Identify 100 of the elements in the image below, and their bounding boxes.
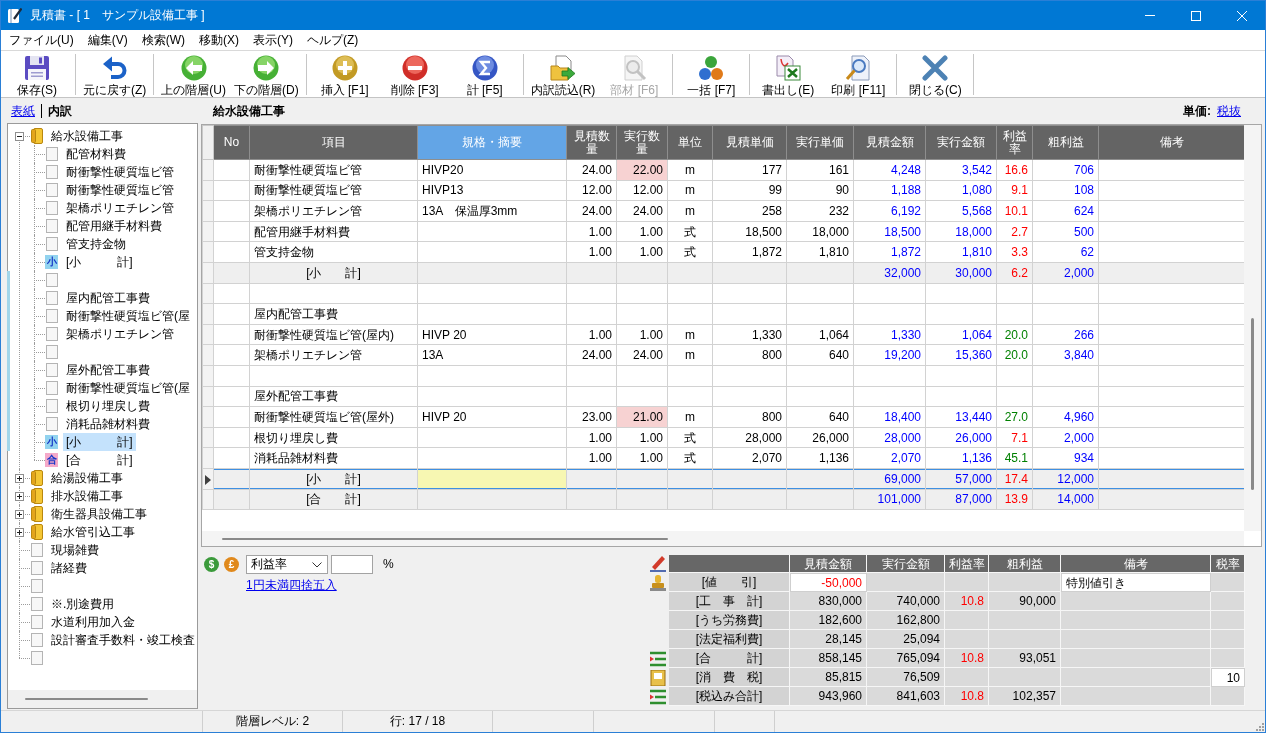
tree-item[interactable]: 架橋ポリエチレン管 bbox=[63, 199, 177, 217]
down-level-button[interactable]: 下の階層(D) bbox=[230, 51, 303, 97]
tree-item[interactable]: ※.別途費用 bbox=[48, 595, 118, 613]
column-header[interactable]: 項目 bbox=[249, 125, 418, 160]
row-label: [税込み合計] bbox=[669, 687, 790, 706]
expand-icon[interactable] bbox=[14, 473, 24, 483]
collapse-icon[interactable] bbox=[14, 131, 24, 141]
book-icon bbox=[650, 669, 666, 686]
column-header[interactable]: 実行数量 bbox=[616, 125, 668, 160]
tree-item[interactable]: [合 計] bbox=[63, 451, 136, 469]
tree-item[interactable]: 屋内配管工事費 bbox=[63, 289, 153, 307]
insert-button[interactable]: 挿入 [F1] bbox=[309, 51, 380, 97]
import-button[interactable]: 内訳読込(R) bbox=[526, 51, 600, 97]
delete-button[interactable]: 削除 [F3] bbox=[379, 51, 450, 97]
tree-item[interactable]: 耐衝撃性硬質塩ビ管 bbox=[63, 181, 177, 199]
tree-item[interactable]: 配管材料費 bbox=[63, 145, 129, 163]
column-header[interactable]: 利益率 bbox=[996, 125, 1033, 160]
column-header[interactable]: 実行金額 bbox=[925, 125, 997, 160]
column-header[interactable]: 備考 bbox=[1098, 125, 1245, 160]
expand-icon[interactable] bbox=[14, 527, 24, 537]
scrollbar-thumb[interactable] bbox=[222, 537, 668, 540]
tree-item[interactable]: 管支持金物 bbox=[63, 235, 129, 253]
tree-item[interactable]: 屋外配管工事費 bbox=[63, 361, 153, 379]
column-header[interactable]: 単位 bbox=[667, 125, 713, 160]
tree-item[interactable]: 耐衝撃性硬質塩ビ管(屋 bbox=[63, 379, 193, 397]
page-icon[interactable] bbox=[30, 579, 43, 593]
list-icon bbox=[650, 650, 666, 667]
expand-icon[interactable] bbox=[14, 509, 24, 519]
page-icon[interactable] bbox=[30, 651, 43, 665]
page-icon[interactable] bbox=[45, 345, 58, 359]
row-label: [合 計] bbox=[669, 649, 790, 668]
table-cell: m bbox=[667, 344, 713, 366]
rounding-link[interactable]: 1円未満四捨五入 bbox=[246, 578, 394, 593]
batch-button[interactable]: 一括 [F7] bbox=[676, 51, 747, 97]
table-cell: 18,000 bbox=[786, 221, 854, 242]
table-cell: 1,136 bbox=[925, 447, 997, 469]
column-header[interactable]: 見積数量 bbox=[566, 125, 617, 160]
tree-item[interactable]: 現場雑費 bbox=[48, 541, 102, 559]
column-header[interactable]: 粗利益 bbox=[1032, 125, 1099, 160]
horizontal-scrollbar[interactable] bbox=[8, 690, 197, 708]
table-cell: 28,000 bbox=[853, 427, 926, 448]
table-cell: 62 bbox=[1032, 241, 1099, 263]
tab[interactable]: 表紙 bbox=[11, 103, 41, 118]
tree-item[interactable]: [小 計] bbox=[63, 253, 136, 271]
basis-select[interactable]: 利益率 bbox=[246, 555, 328, 574]
table-cell: [小 計] bbox=[249, 262, 418, 284]
tree-item[interactable]: 消耗品雑材料費 bbox=[63, 415, 153, 433]
menu-item[interactable]: ファイル(U) bbox=[2, 30, 81, 50]
tab[interactable]: 内訳 bbox=[41, 103, 78, 118]
expand-icon[interactable] bbox=[14, 491, 24, 501]
undo-button[interactable]: 元に戻す(Z) bbox=[79, 51, 151, 97]
value-field[interactable]: -50,000 bbox=[790, 573, 867, 592]
tree-item[interactable]: 排水設備工事 bbox=[48, 487, 126, 505]
menu-item[interactable]: 表示(Y) bbox=[246, 30, 300, 50]
scrollbar-thumb[interactable] bbox=[25, 698, 148, 700]
tree-item[interactable]: [小 計] bbox=[63, 433, 136, 451]
tree-item[interactable]: 根切り埋戻し費 bbox=[63, 397, 153, 415]
total-button[interactable]: 計 [F5] bbox=[449, 51, 520, 97]
tree-item[interactable]: 設計審査手数料・竣工検査 bbox=[48, 631, 197, 649]
value-field[interactable]: 特別値引き bbox=[1061, 573, 1211, 592]
scrollbar-thumb[interactable] bbox=[1251, 318, 1254, 490]
column-header[interactable]: 実行単価 bbox=[786, 125, 854, 160]
menu-item[interactable]: ヘルプ(Z) bbox=[300, 30, 366, 50]
horizontal-scrollbar[interactable] bbox=[202, 531, 1244, 546]
currency-button[interactable]: $ bbox=[204, 557, 219, 572]
tree-item[interactable]: 配管用継手材料費 bbox=[63, 217, 165, 235]
value-field[interactable]: 10 bbox=[1211, 668, 1245, 687]
table-cell: 3,840 bbox=[1032, 344, 1099, 366]
export-button[interactable]: 書出し(E) bbox=[753, 51, 824, 97]
tree-item[interactable]: 水道利用加入金 bbox=[48, 613, 138, 631]
tree-item[interactable]: 衛生器具設備工事 bbox=[48, 505, 150, 523]
up-level-button[interactable]: 上の階層(U) bbox=[157, 51, 230, 97]
table-cell: 1.00 bbox=[566, 221, 617, 242]
table-cell: 706 bbox=[1032, 159, 1099, 181]
tree-item[interactable]: 架橋ポリエチレン管 bbox=[63, 325, 177, 343]
resize-grip-icon[interactable] bbox=[1255, 722, 1264, 731]
save-button[interactable]: 保存(S) bbox=[2, 51, 72, 97]
column-header[interactable]: No bbox=[213, 125, 250, 160]
vertical-scrollbar[interactable] bbox=[1244, 125, 1261, 531]
menu-item[interactable]: 移動(X) bbox=[192, 30, 246, 50]
tree-item[interactable]: 給湯設備工事 bbox=[48, 469, 126, 487]
tree-item[interactable]: 耐衝撃性硬質塩ビ管 bbox=[63, 163, 177, 181]
table-cell: 765,094 bbox=[867, 649, 945, 668]
column-header[interactable]: 見積金額 bbox=[853, 125, 926, 160]
page-icon[interactable] bbox=[45, 273, 58, 287]
tree-item[interactable]: 給水設備工事 bbox=[48, 127, 126, 145]
print-button[interactable]: 印刷 [F11] bbox=[823, 51, 894, 97]
tree-item[interactable]: 諸経費 bbox=[48, 559, 90, 577]
row-header[interactable] bbox=[202, 468, 214, 489]
menu-item[interactable]: 編集(V) bbox=[80, 30, 135, 50]
tax-mode-link[interactable]: 税抜 bbox=[1217, 103, 1241, 118]
page-icon bbox=[45, 201, 58, 215]
close-button[interactable]: 閉じる(C) bbox=[900, 51, 971, 97]
tree-item[interactable]: 給水管引込工事 bbox=[48, 523, 138, 541]
menu-item[interactable]: 検索(W) bbox=[134, 30, 192, 50]
column-header: 粗利益 bbox=[989, 555, 1061, 573]
current-row[interactable]: [小 計] 69,000 57,000 17.4 12,000 bbox=[202, 468, 1245, 489]
rate-input[interactable] bbox=[331, 555, 373, 574]
column-header[interactable]: 見積単価 bbox=[712, 125, 787, 160]
tree-item[interactable]: 耐衝撃性硬質塩ビ管(屋 bbox=[63, 307, 193, 325]
